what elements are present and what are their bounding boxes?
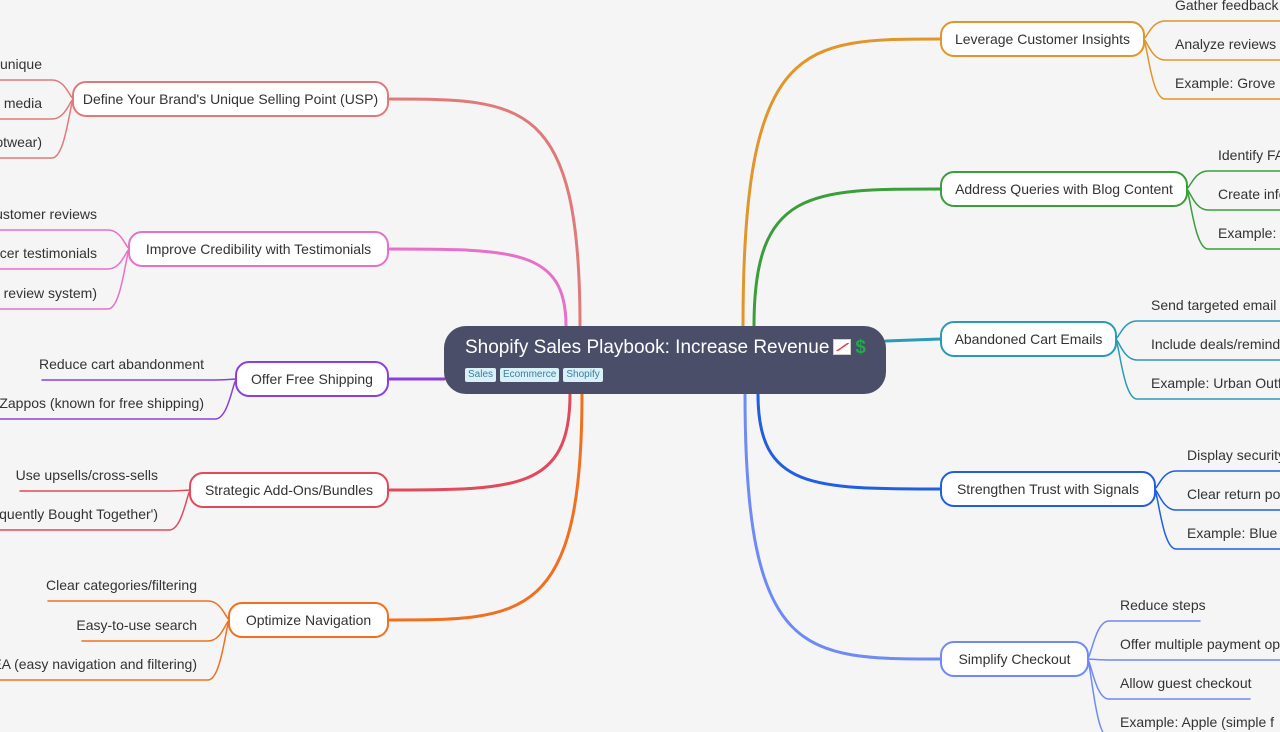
branch-label: Offer Free Shipping (251, 371, 373, 387)
leaf-node[interactable]: Identify FA (1218, 145, 1280, 165)
leaf-node[interactable]: Clear return pol (1187, 484, 1280, 504)
mindmap-canvas[interactable]: Shopify Sales Playbook: Increase Revenue… (0, 0, 1280, 732)
leaf-node[interactable]: cer testimonials (0, 243, 97, 263)
leaf-node[interactable]: Example: Grove C (1175, 73, 1280, 93)
root-node[interactable]: Shopify Sales Playbook: Increase Revenue… (444, 326, 886, 394)
leaf-node[interactable]: Offer multiple payment opt (1120, 634, 1280, 654)
branch-label: Strategic Add-Ons/Bundles (204, 482, 374, 498)
leaf-node[interactable]: Include deals/reminde (1151, 334, 1280, 354)
leaf-node[interactable]: : Zappos (known for free shipping) (0, 393, 204, 413)
branch-connector (752, 187, 942, 328)
branch-node[interactable]: Strategic Add-Ons/Bundles (189, 472, 389, 508)
leaf-node[interactable]: Allow guest checkout (1120, 673, 1252, 693)
leaf-node[interactable]: Display security (1187, 445, 1280, 465)
leaf-node[interactable]: Gather feedback ( (1175, 0, 1280, 15)
branch-label: Simplify Checkout (958, 651, 1071, 667)
leaf-node[interactable]: Example: Blue N (1187, 523, 1280, 543)
leaf-node[interactable]: Example: Urban Outfit (1151, 373, 1280, 393)
leaf-node[interactable]: ustomer reviews (0, 204, 97, 224)
leaf-node[interactable]: e review system) (0, 283, 97, 303)
leaf-node[interactable]: Clear categories/filtering (46, 575, 197, 595)
branch-connector (743, 392, 942, 661)
leaf-connector (1086, 658, 1280, 661)
branch-node[interactable]: Simplify Checkout (940, 641, 1089, 677)
leaf-node[interactable]: Example: Apple (simple f (1120, 712, 1274, 732)
leaf-node[interactable]: media (4, 93, 42, 113)
branch-label: Optimize Navigation (245, 612, 372, 628)
branch-label: Define Your Brand's Unique Selling Point… (82, 91, 379, 107)
branch-node[interactable]: Strengthen Trust with Signals (940, 471, 1156, 507)
leaf-node[interactable]: quently Bought Together') (0, 504, 158, 524)
leaf-node[interactable]: Easy-to-use search (76, 615, 197, 635)
branch-connector (756, 392, 942, 491)
leaf-node[interactable]: Reduce steps (1120, 595, 1206, 615)
branch-connector (884, 337, 942, 343)
leaf-node[interactable]: unique (0, 54, 42, 74)
branch-label: Improve Credibility with Testimonials (145, 241, 372, 257)
leaf-node[interactable]: otwear) (0, 132, 42, 152)
branch-label: Leverage Customer Insights (954, 31, 1131, 47)
leaf-node[interactable]: Example: C (1218, 223, 1280, 243)
branch-node[interactable]: Improve Credibility with Testimonials (128, 231, 389, 267)
root-title: Shopify Sales Playbook: Increase Revenue… (465, 335, 866, 361)
root-title-text: Shopify Sales Playbook: Increase Revenue (465, 337, 830, 358)
branch-node[interactable]: Address Queries with Blog Content (940, 171, 1188, 207)
tag-sales[interactable]: Sales (465, 368, 497, 382)
branch-connector (387, 97, 582, 328)
branch-connector (387, 247, 568, 328)
leaf-connector (19, 489, 192, 492)
dollar-sign-icon: $ (855, 337, 866, 358)
branch-node[interactable]: Abandoned Cart Emails (940, 321, 1117, 357)
leaf-node[interactable]: Create info (1218, 184, 1280, 204)
leaf-node[interactable]: Reduce cart abandonment (39, 354, 204, 374)
branch-label: Address Queries with Blog Content (955, 181, 1173, 197)
branch-connector (387, 392, 584, 622)
branch-connector (741, 37, 942, 328)
branch-label: Strengthen Trust with Signals (956, 481, 1140, 497)
tag-ecommerce[interactable]: Ecommerce (500, 368, 560, 382)
branch-node[interactable]: Define Your Brand's Unique Selling Point… (72, 81, 389, 117)
branch-label: Abandoned Cart Emails (954, 331, 1103, 347)
branch-node[interactable]: Leverage Customer Insights (940, 21, 1145, 57)
chart-increasing-icon (833, 339, 852, 355)
tag-shopify[interactable]: Shopify (563, 368, 603, 382)
tag-list: Sales Ecommerce Shopify (465, 368, 866, 382)
branch-node[interactable]: Offer Free Shipping (235, 361, 389, 397)
leaf-node[interactable]: Use upsells/cross-sells (16, 465, 158, 485)
leaf-node[interactable]: EA (easy navigation and filtering) (0, 654, 197, 674)
branch-connector (387, 392, 572, 492)
leaf-node[interactable]: Send targeted email re (1151, 295, 1280, 315)
leaf-node[interactable]: Analyze reviews re (1175, 34, 1280, 54)
leaf-connector (41, 378, 238, 381)
branch-node[interactable]: Optimize Navigation (228, 602, 389, 638)
